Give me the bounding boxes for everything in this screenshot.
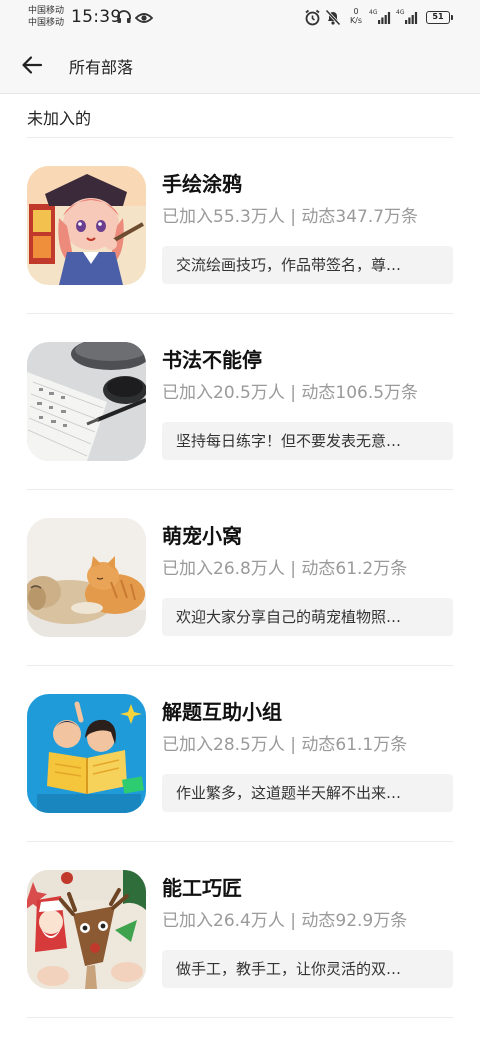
carrier-2: 中国移动 [28, 18, 65, 28]
tribe-thumbnail [27, 694, 146, 813]
tribe-stats: 已加入55.3万人 | 动态347.7万条 [162, 207, 419, 227]
status-time: 15:39 [71, 7, 122, 27]
status-bar: 中国移动 中国移动 15:39 0 K/s 4G 4G 51 [0, 0, 480, 36]
tribe-description: 作业繁多，这道题半天解不出来… [162, 774, 453, 812]
network-speed: 0 K/s [345, 7, 367, 25]
battery-indicator: 51 [426, 11, 453, 24]
tribe-card-handcraft[interactable]: 能工巧匠 已加入26.4万人 | 动态92.9万条 做手工，教手工，让你灵活的双… [0, 842, 480, 1018]
tribe-name: 书法不能停 [162, 348, 262, 372]
tribe-stats: 已加入20.5万人 | 动态106.5万条 [162, 383, 419, 403]
tribe-thumbnail [27, 166, 146, 285]
page-title: 所有部落 [69, 58, 134, 77]
eye-icon [134, 10, 154, 29]
speed-unit: K/s [349, 16, 363, 25]
headphones-icon [116, 9, 132, 29]
signal-1-icon: 4G [369, 8, 393, 30]
tribe-thumbnail [27, 870, 146, 989]
carrier-1: 中国移动 [28, 6, 65, 16]
tribe-card-pets[interactable]: 萌宠小窝 已加入26.8万人 | 动态61.2万条 欢迎大家分享自己的萌宠植物照… [0, 490, 480, 666]
tribe-stats: 已加入28.5万人 | 动态61.1万条 [162, 735, 408, 755]
tribe-description: 坚持每日练字！但不要发表无意… [162, 422, 453, 460]
top-app-bar: 所有部落 [0, 36, 480, 94]
tribe-stats: 已加入26.8万人 | 动态61.2万条 [162, 559, 408, 579]
section-title-not-joined: 未加入的 [27, 109, 92, 128]
back-button[interactable] [18, 51, 46, 79]
signal-2-icon: 4G [396, 8, 420, 30]
tribe-card-calligraphy[interactable]: 书法不能停 已加入20.5万人 | 动态106.5万条 坚持每日练字！但不要发表… [0, 314, 480, 490]
arrow-left-icon [22, 56, 43, 74]
tribe-name: 手绘涂鸦 [162, 172, 242, 196]
tribe-name: 解题互助小组 [162, 700, 282, 724]
tribe-card-hand-drawn[interactable]: 手绘涂鸦 已加入55.3万人 | 动态347.7万条 交流绘画技巧，作品带签名，… [0, 138, 480, 314]
tribe-description: 欢迎大家分享自己的萌宠植物照… [162, 598, 453, 636]
tribe-name: 能工巧匠 [162, 876, 242, 900]
network-2-label: 4G [396, 9, 405, 16]
carrier-labels: 中国移动 中国移动 [28, 5, 64, 29]
alarm-icon [304, 9, 321, 30]
network-1-label: 4G [369, 9, 378, 16]
tribe-name: 萌宠小窝 [162, 524, 242, 548]
speed-value: 0 [353, 7, 359, 16]
tribe-thumbnail [27, 518, 146, 637]
divider [27, 1017, 453, 1018]
tribe-card-homework-help[interactable]: 解题互助小组 已加入28.5万人 | 动态61.1万条 作业繁多，这道题半天解不… [0, 666, 480, 842]
bell-off-icon [325, 9, 341, 30]
tribe-description: 做手工，教手工，让你灵活的双… [162, 950, 453, 988]
tribe-description: 交流绘画技巧，作品带签名，尊… [162, 246, 453, 284]
tribe-stats: 已加入26.4万人 | 动态92.9万条 [162, 911, 408, 931]
tribe-thumbnail [27, 342, 146, 461]
